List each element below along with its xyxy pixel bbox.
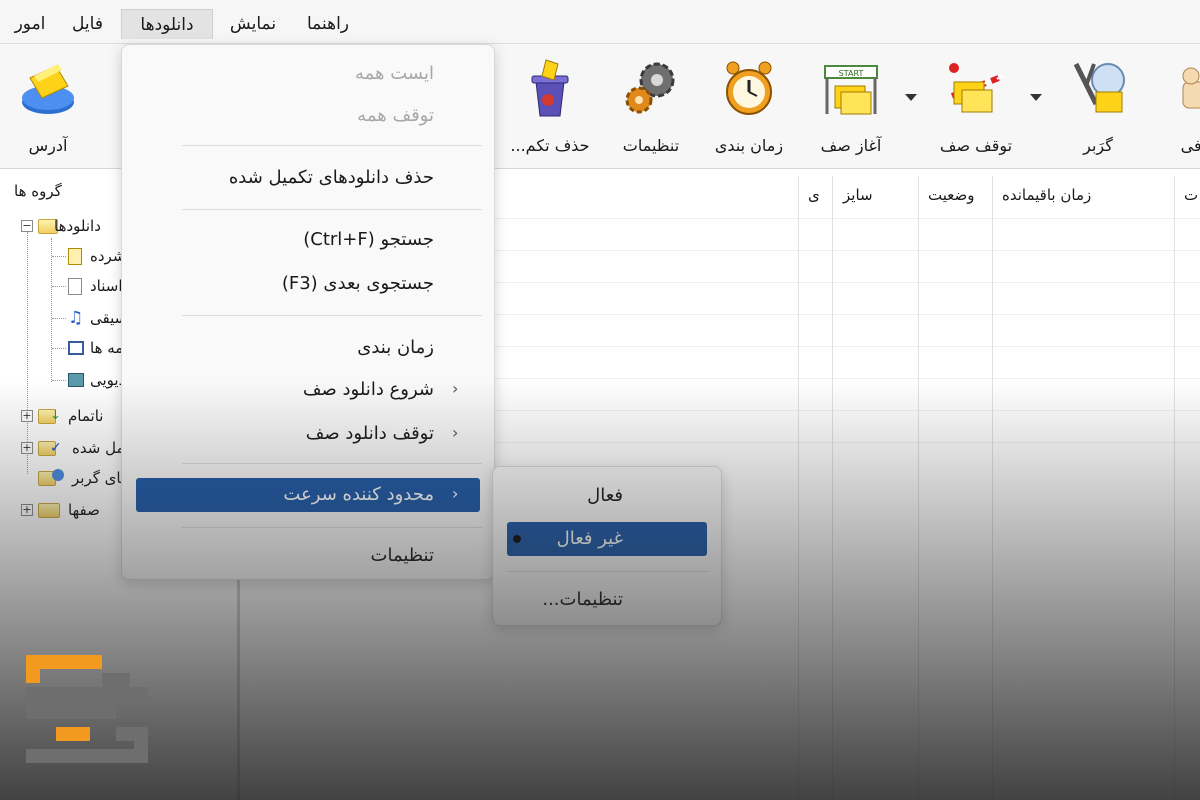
scheduler-label: زمان بندی	[714, 136, 784, 155]
menu-help[interactable]: راهنما	[296, 9, 360, 39]
site-logo	[26, 655, 151, 780]
zip-file-icon	[68, 248, 82, 265]
menu-item-find-next[interactable]: جستجوی بعدی (F3)	[136, 267, 480, 301]
tree-item-label: دانلودها	[54, 217, 101, 235]
grabber-label: گرَبر	[1083, 136, 1113, 155]
stop-queue-label: توقف صف	[939, 136, 1013, 155]
menu-bar: امور فایل دانلودها نمایش راهنما	[0, 0, 1200, 44]
tree-item-label: صفها	[68, 501, 100, 519]
column-header-edge[interactable]: ت	[1184, 186, 1198, 204]
start-queue-dropdown-icon[interactable]	[905, 94, 917, 101]
tell-friend-button[interactable]: رفی	[1160, 52, 1200, 162]
downloads-menu: ایست همه توقف همه حذف دانلودهای تکمیل شد…	[121, 44, 495, 580]
checkmark-icon: ✓	[50, 440, 62, 456]
menu-item-find[interactable]: جستجو (Ctrl+F)	[136, 223, 480, 257]
stop-queue-dropdown-icon[interactable]	[1030, 94, 1042, 101]
submenu-arrow-icon: ›	[452, 484, 459, 503]
submenu-arrow-icon: ›	[452, 379, 459, 398]
music-note-icon: ♫	[68, 308, 84, 328]
delete-completed-button[interactable]: ...حذف تکم	[500, 52, 600, 162]
delete-completed-icon	[518, 56, 582, 120]
scheduler-button[interactable]: زمان بندی	[703, 52, 795, 162]
tell-friend-label: رفی	[1180, 136, 1200, 155]
start-queue-button[interactable]: START آغاز صف	[808, 52, 894, 162]
speed-limiter-submenu: فعال غیر فعال تنظیمات...	[492, 466, 722, 626]
menu-item-options[interactable]: تنظیمات	[136, 539, 480, 573]
grabber-button[interactable]: گرَبر	[1056, 52, 1140, 162]
grabber-icon	[1066, 56, 1130, 120]
stop-queue-icon	[944, 56, 1008, 120]
column-header-status[interactable]: وضعیت	[928, 186, 974, 204]
menu-file[interactable]: فایل	[60, 9, 115, 39]
document-icon	[68, 278, 82, 295]
delete-completed-label: ...حذف تکم	[510, 136, 590, 155]
submenu-arrow-icon: ›	[452, 423, 459, 442]
options-label: تنظیمات	[622, 136, 680, 155]
start-queue-label: آغاز صف	[820, 136, 882, 155]
stop-queue-button[interactable]: توقف صف	[928, 52, 1024, 162]
menu-item-delete-completed[interactable]: حذف دانلودهای تکمیل شده	[136, 161, 480, 195]
video-film-icon	[68, 373, 84, 387]
app-window: امور فایل دانلودها نمایش راهنما آدرس ...…	[0, 0, 1200, 800]
submenu-item-on[interactable]: فعال	[507, 479, 707, 513]
download-arrow-icon: ↓	[50, 408, 61, 423]
expand-icon[interactable]: +	[21, 442, 33, 454]
menu-item-speed-limiter[interactable]: محدود کننده سرعت	[136, 478, 480, 512]
column-header-time-left[interactable]: زمان باقیمانده	[1002, 186, 1091, 204]
submenu-item-settings[interactable]: تنظیمات...	[507, 583, 707, 617]
options-gears-icon	[619, 56, 683, 120]
start-queue-icon: START	[819, 56, 883, 120]
submenu-item-off[interactable]: غیر فعال	[507, 522, 707, 556]
menu-view[interactable]: نمایش	[218, 9, 288, 39]
tell-friend-icon	[1163, 56, 1200, 120]
expand-icon[interactable]: +	[21, 410, 33, 422]
svg-text:START: START	[839, 69, 864, 78]
selected-bullet-icon	[513, 535, 521, 543]
menu-tasks[interactable]: امور	[6, 9, 54, 39]
sidebar-title: گروه ها	[14, 182, 62, 200]
add-url-icon	[16, 56, 80, 120]
menu-item-pause-all[interactable]: ایست همه	[136, 57, 480, 91]
tree-item-label: اسناد	[90, 277, 123, 295]
column-header-extra[interactable]: ی	[808, 186, 820, 204]
add-url-label: آدرس	[28, 136, 68, 155]
menu-item-stop-queue[interactable]: توقف دانلود صف	[136, 417, 480, 451]
queue-folders-icon	[38, 503, 60, 518]
collapse-icon[interactable]: −	[21, 220, 33, 232]
menu-item-start-queue[interactable]: شروع دانلود صف	[136, 373, 480, 407]
tree-item-label: ناتمام	[68, 407, 104, 425]
column-header-size[interactable]: سایز	[843, 186, 873, 204]
menu-item-stop-all[interactable]: توقف همه	[136, 99, 480, 133]
grabber-globe-icon	[52, 469, 64, 481]
options-button[interactable]: تنظیمات	[610, 52, 692, 162]
menu-item-scheduler[interactable]: زمان بندی	[136, 331, 480, 365]
program-window-icon	[68, 341, 84, 355]
menu-downloads[interactable]: دانلودها	[121, 9, 213, 39]
scheduler-clock-icon	[717, 56, 781, 120]
add-url-button[interactable]: آدرس	[6, 52, 90, 162]
expand-icon[interactable]: +	[21, 504, 33, 516]
